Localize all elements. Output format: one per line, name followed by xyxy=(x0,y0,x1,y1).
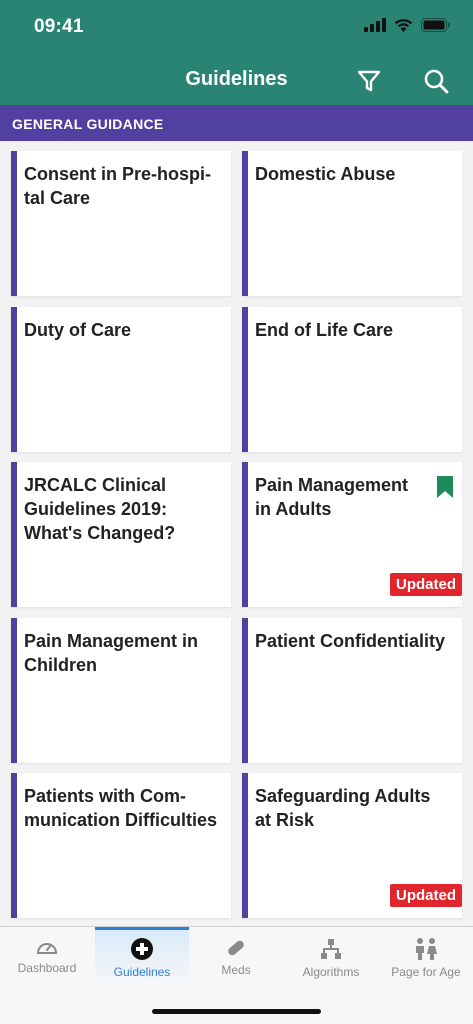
tab-dashboard[interactable]: Dashboard xyxy=(0,927,94,985)
tab-meds[interactable]: Meds xyxy=(189,927,283,985)
medical-cross-icon xyxy=(131,938,153,960)
tab-label: Guidelines xyxy=(113,965,171,979)
tab-algorithms[interactable]: Algorithms xyxy=(284,927,378,985)
card-title: Patients with Com-munication Difficultie… xyxy=(24,786,218,830)
tab-label: Algorithms xyxy=(302,965,360,979)
top-bar: 09:41 Guidelines xyxy=(0,0,473,105)
card-title: JRCALC Clinical Guidelines 2019: What's … xyxy=(24,475,176,543)
card-title: Patient Confidentiality xyxy=(255,631,446,651)
updated-badge: Updated xyxy=(390,573,462,596)
guideline-card[interactable]: Domestic Abuse xyxy=(242,151,462,296)
updated-badge: Updated xyxy=(390,884,462,907)
tab-label: Meds xyxy=(221,963,251,977)
section-header: GENERAL GUIDANCE xyxy=(0,105,473,141)
filter-icon xyxy=(357,70,381,92)
card-title: Safeguarding Adults at Risk xyxy=(255,786,431,830)
status-time: 09:41 xyxy=(34,16,84,37)
gauge-icon xyxy=(36,943,58,954)
guideline-card[interactable]: JRCALC Clinical Guidelines 2019: What's … xyxy=(11,462,231,607)
guideline-card[interactable]: Pain Management in Adults Updated xyxy=(242,462,462,607)
battery-icon xyxy=(421,18,450,32)
wifi-icon xyxy=(394,19,413,32)
guideline-card[interactable]: Pain Management in Children xyxy=(11,618,231,763)
page-title: Guidelines xyxy=(185,68,288,90)
flowchart-icon xyxy=(321,939,341,959)
guideline-card[interactable]: Consent in Pre-hospi-tal Care xyxy=(11,151,231,296)
filter-button[interactable] xyxy=(356,68,382,94)
guideline-card[interactable]: End of Life Care xyxy=(242,307,462,452)
tab-label: Dashboard xyxy=(17,961,77,975)
card-title: Duty of Care xyxy=(24,320,132,340)
search-icon xyxy=(424,69,449,94)
card-title: Pain Management in Adults xyxy=(255,475,409,519)
home-indicator xyxy=(152,1009,321,1014)
tab-page-for-age[interactable]: Page for Age xyxy=(379,927,473,985)
card-title: Pain Management in Children xyxy=(24,631,199,675)
card-title: Domestic Abuse xyxy=(255,164,396,184)
guideline-card[interactable]: Safeguarding Adults at Risk Updated xyxy=(242,773,462,918)
tab-label: Page for Age xyxy=(391,965,461,979)
search-button[interactable] xyxy=(422,67,450,95)
status-icons xyxy=(364,18,451,32)
pill-icon xyxy=(228,940,244,956)
people-icon xyxy=(416,938,437,960)
card-title: End of Life Care xyxy=(255,320,394,340)
guideline-card[interactable]: Patient Confidentiality xyxy=(242,618,462,763)
bookmark-icon[interactable] xyxy=(437,476,453,498)
card-title: Consent in Pre-hospi-tal Care xyxy=(24,164,212,208)
guideline-card[interactable]: Patients with Com-munication Difficultie… xyxy=(11,773,231,918)
signal-icon xyxy=(364,18,386,32)
guideline-card[interactable]: Duty of Care xyxy=(11,307,231,452)
tab-guidelines[interactable]: Guidelines xyxy=(95,927,189,985)
